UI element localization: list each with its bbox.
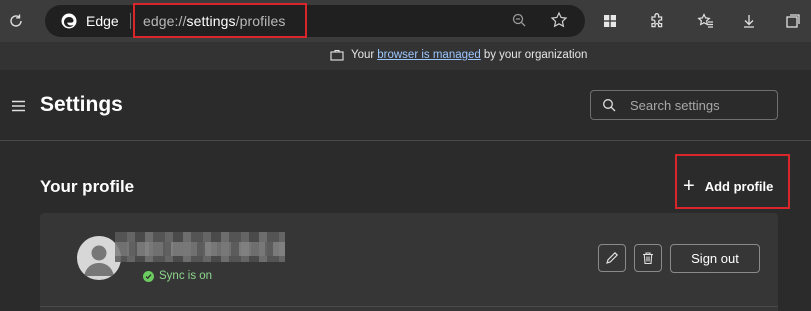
collections-icon[interactable] [780,8,806,34]
briefcase-icon [330,49,344,61]
edge-logo-icon [61,13,77,29]
refresh-icon[interactable] [3,8,29,34]
downloads-icon[interactable] [736,8,762,34]
extensions-icon[interactable] [644,8,670,34]
browser-managed-link[interactable]: browser is managed [377,49,481,61]
search-icon [603,99,616,112]
profile-card [40,213,778,311]
page-title: Settings [40,93,123,116]
favorite-star-icon[interactable] [550,11,568,34]
sign-out-button[interactable]: Sign out [670,244,760,273]
managed-suffix: by your organization [483,49,588,61]
app-grid-icon[interactable] [597,8,623,34]
search-settings-box[interactable] [590,90,778,120]
edit-profile-button[interactable] [598,244,626,272]
address-bar[interactable]: Edge edge://settings/profiles [45,5,585,37]
url-highlight-box [133,3,307,38]
trash-icon [643,252,653,265]
card-divider [40,306,778,307]
delete-profile-button[interactable] [634,244,662,272]
search-input[interactable] [630,97,770,113]
zoom-icon[interactable] [511,12,527,33]
managed-notice-bar: Your browser is managed by your organiza… [0,42,811,70]
section-title: Your profile [40,177,135,196]
address-divider [130,13,131,29]
hamburger-menu-icon[interactable] [11,99,26,112]
redacted-profile-name [115,232,285,262]
managed-prefix: Your [351,49,375,61]
sync-status-text: Sync is on [159,270,213,282]
browser-name: Edge [86,13,119,29]
sync-status: Sync is on [143,270,212,282]
add-profile-highlight-box [675,154,790,209]
browser-toolbar: Edge edge://settings/profiles [0,0,811,42]
pencil-icon [606,251,619,264]
favorites-icon[interactable] [693,8,719,34]
check-circle-icon [143,270,154,282]
